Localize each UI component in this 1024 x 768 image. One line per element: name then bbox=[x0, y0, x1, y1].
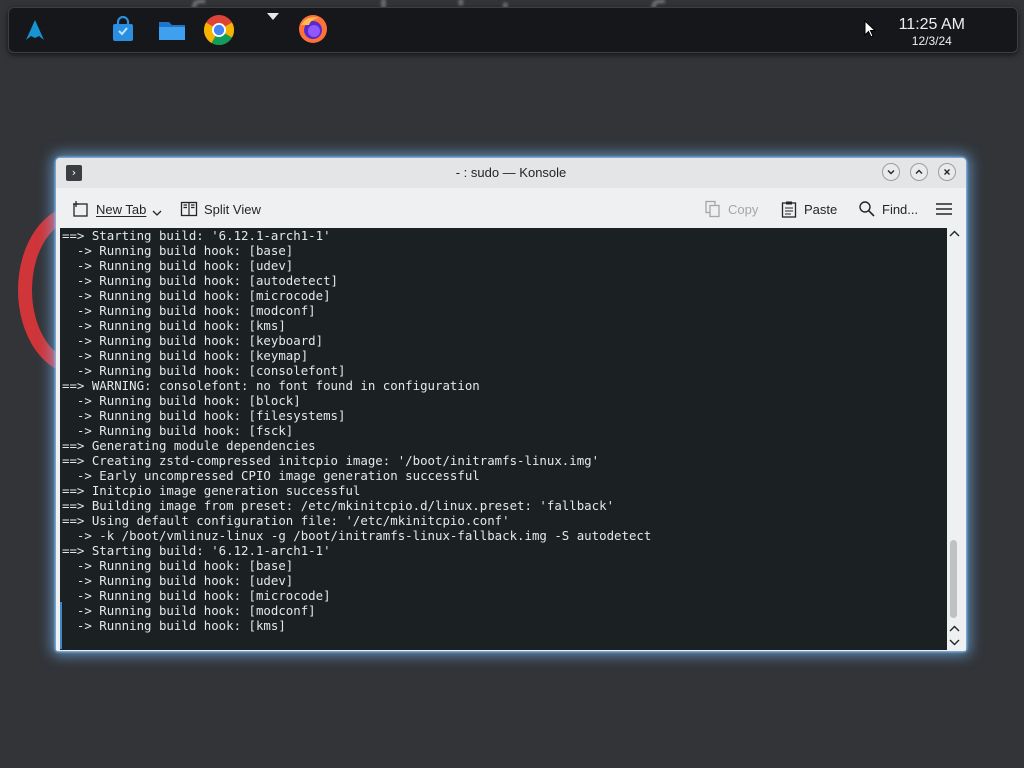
window-title: - : sudo — Konsole bbox=[455, 165, 567, 180]
copy-icon bbox=[705, 200, 720, 218]
terminal-line: ==> Creating zstd-compressed initcpio im… bbox=[62, 453, 600, 468]
konsole-window: › - : sudo — Konsole New Tab Split View bbox=[56, 158, 966, 651]
split-view-label: Split View bbox=[204, 201, 261, 217]
copy-label: Copy bbox=[728, 201, 759, 217]
terminal-focus-marker bbox=[60, 602, 62, 649]
paste-icon bbox=[781, 201, 797, 218]
terminal-line: ==> WARNING: consolefont: no font found … bbox=[62, 378, 480, 393]
new-tab-button[interactable]: New Tab bbox=[72, 199, 162, 219]
firefox-icon[interactable] bbox=[297, 13, 329, 45]
terminal-line: -> Running build hook: [autodetect] bbox=[62, 273, 339, 288]
terminal-output[interactable]: ==> Starting build: '6.12.1-arch1-1' -> … bbox=[60, 228, 947, 650]
terminal-line: ==> Generating module dependencies bbox=[62, 438, 316, 453]
terminal-line: -> Running build hook: [udev] bbox=[62, 573, 294, 588]
paste-button[interactable]: Paste bbox=[780, 199, 837, 219]
terminal-line: -> Running build hook: [microcode] bbox=[62, 588, 331, 603]
file-manager-icon[interactable] bbox=[157, 16, 185, 44]
terminal-scrollbar[interactable] bbox=[947, 228, 962, 650]
terminal-line: -> Running build hook: [kms] bbox=[62, 618, 286, 633]
panel-arrow-icon bbox=[267, 8, 279, 26]
find-label: Find... bbox=[882, 201, 919, 217]
split-view-button[interactable]: Split View bbox=[180, 199, 261, 219]
new-tab-label: New Tab bbox=[96, 201, 147, 217]
find-button[interactable]: Find... bbox=[858, 199, 918, 219]
split-view-icon bbox=[180, 201, 198, 217]
clock-time: 11:25 AM bbox=[898, 16, 965, 33]
minimize-button[interactable] bbox=[882, 163, 900, 181]
terminal-line: -> Running build hook: [kms] bbox=[62, 318, 286, 333]
store-icon[interactable] bbox=[109, 15, 137, 44]
terminal-line: -> Running build hook: [modconf] bbox=[62, 603, 316, 618]
hamburger-menu-button[interactable] bbox=[935, 199, 953, 219]
terminal-line: -> Running build hook: [base] bbox=[62, 243, 294, 258]
toolbar: New Tab Split View Copy Paste Find... bbox=[56, 188, 966, 228]
terminal-line: ==> Starting build: '6.12.1-arch1-1' bbox=[62, 543, 331, 558]
hamburger-menu-icon bbox=[936, 203, 952, 215]
terminal-line: ==> Building image from preset: /etc/mki… bbox=[62, 498, 615, 513]
close-button[interactable] bbox=[938, 163, 956, 181]
terminal-line: -> Running build hook: [microcode] bbox=[62, 288, 331, 303]
maximize-button[interactable] bbox=[910, 163, 928, 181]
scroll-down-arrow-icon[interactable] bbox=[949, 638, 960, 646]
new-tab-icon bbox=[73, 201, 88, 217]
mouse-cursor-icon bbox=[864, 19, 877, 43]
chrome-icon[interactable] bbox=[203, 14, 235, 46]
terminal-line: -> -k /boot/vmlinuz-linux -g /boot/initr… bbox=[62, 528, 652, 543]
terminal-line: -> Running build hook: [modconf] bbox=[62, 303, 316, 318]
terminal-line: -> Running build hook: [keymap] bbox=[62, 348, 309, 363]
terminal-line: -> Running build hook: [udev] bbox=[62, 258, 294, 273]
copy-button[interactable]: Copy bbox=[704, 199, 758, 219]
clock[interactable]: 11:25 AM 12/3/24 bbox=[899, 16, 965, 48]
terminal-line: -> Running build hook: [consolefont] bbox=[62, 363, 346, 378]
terminal-line: -> Running build hook: [fsck] bbox=[62, 423, 294, 438]
paste-label: Paste bbox=[804, 201, 838, 217]
terminal-line: -> Running build hook: [filesystems] bbox=[62, 408, 346, 423]
terminal-line: -> Running build hook: [keyboard] bbox=[62, 333, 324, 348]
scroll-up-small-arrow-icon[interactable] bbox=[949, 625, 960, 633]
terminal-line: -> Early uncompressed CPIO image generat… bbox=[62, 468, 480, 483]
chevron-down-icon[interactable] bbox=[152, 209, 162, 217]
terminal-line: ==> Starting build: '6.12.1-arch1-1' bbox=[62, 228, 331, 243]
clock-date: 12/3/24 bbox=[911, 34, 952, 48]
terminal-line: ==> Initcpio image generation successful bbox=[62, 483, 361, 498]
scrollbar-thumb[interactable] bbox=[950, 540, 957, 618]
terminal-line: -> Running build hook: [block] bbox=[62, 393, 301, 408]
arch-launcher-icon[interactable] bbox=[21, 16, 49, 44]
terminal-text: ==> Starting build: '6.12.1-arch1-1' -> … bbox=[60, 228, 947, 633]
search-icon bbox=[859, 201, 875, 217]
terminal-line: ==> Using default configuration file: '/… bbox=[62, 513, 510, 528]
title-bar[interactable]: › - : sudo — Konsole bbox=[56, 158, 966, 188]
scroll-up-arrow-icon[interactable] bbox=[949, 230, 960, 238]
terminal-line: -> Running build hook: [base] bbox=[62, 558, 294, 573]
